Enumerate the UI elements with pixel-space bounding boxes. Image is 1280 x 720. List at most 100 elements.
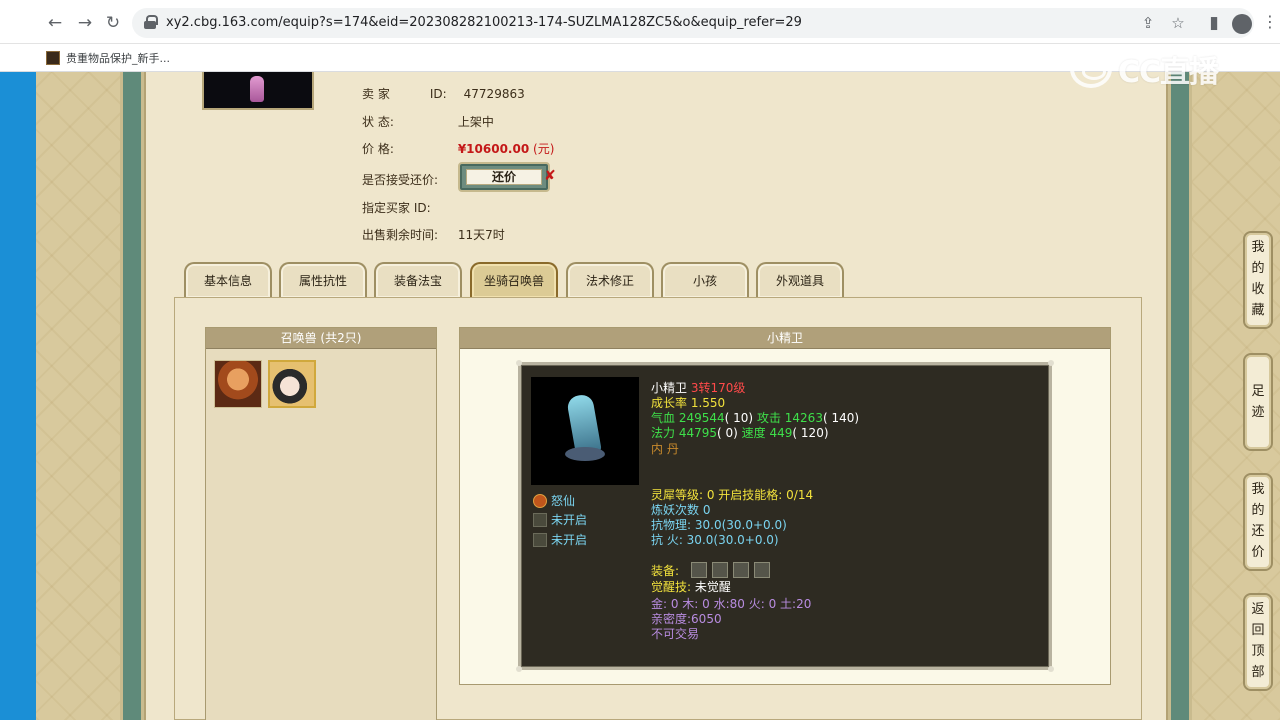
close-icon[interactable]: ✘ xyxy=(544,168,556,184)
hp-value: 249544 xyxy=(678,411,725,425)
reload-icon[interactable]: ↻ xyxy=(102,12,124,34)
side-char: 的 xyxy=(1251,261,1265,276)
side-char: 足 xyxy=(1251,384,1265,399)
mp-label: 法力 xyxy=(651,426,676,440)
price-row: 价 格: ¥10600.00 (元) xyxy=(362,140,554,157)
locked-skill-icon xyxy=(533,533,547,547)
remaining-row: 出售剩余时间: 11天7时 xyxy=(362,226,505,243)
awakening-label: 觉醒技: xyxy=(651,580,692,594)
bookmark-item[interactable]: 贵重物品保护_新手... xyxy=(46,49,170,67)
status-row: 状 态: 上架中 xyxy=(362,113,494,130)
pet-detail-header: 小精卫 xyxy=(460,328,1110,349)
card-corner xyxy=(516,666,522,672)
back-to-top-button[interactable]: 返 回 顶 部 xyxy=(1243,593,1273,691)
buyer-label: 指定买家 ID: xyxy=(362,201,431,215)
tab-children[interactable]: 小孩 xyxy=(661,262,749,298)
counter-offer-label: 还价 xyxy=(466,169,542,185)
share-icon[interactable]: ⇪ xyxy=(1138,13,1158,33)
equip-label: 装备: xyxy=(651,564,680,578)
profile-avatar[interactable] xyxy=(1232,14,1252,34)
tab-spell-mods[interactable]: 法术修正 xyxy=(566,262,654,298)
content-area: 卖 家 ID: 47729863 状 态: 上架中 价 格: ¥10600.00… xyxy=(144,72,1168,720)
tab-appearance[interactable]: 外观道具 xyxy=(756,262,844,298)
price-unit: (元) xyxy=(533,142,555,156)
my-favorites-button[interactable]: 我 的 收 藏 xyxy=(1243,231,1273,329)
buyer-row: 指定买家 ID: xyxy=(362,199,454,216)
pet-list-header: 召唤兽 (共2只) xyxy=(206,328,436,349)
remaining-label: 出售剩余时间: xyxy=(362,228,439,242)
skill-3: 未开启 xyxy=(551,533,588,547)
seller-id-label: ID: xyxy=(429,87,447,101)
atk-label: 攻击 xyxy=(756,411,781,425)
my-offers-button[interactable]: 我 的 还 价 xyxy=(1243,473,1273,571)
pet-name: 小精卫 xyxy=(651,381,688,395)
status-label: 状 态: xyxy=(362,115,394,129)
side-char: 部 xyxy=(1251,665,1265,680)
card-corner xyxy=(516,360,522,366)
awakening-line: 觉醒技: 未觉醒 xyxy=(651,580,731,595)
card-corner xyxy=(1048,666,1054,672)
mp-value: 44795 xyxy=(678,426,718,440)
footprints-button[interactable]: 足 迹 xyxy=(1243,353,1273,451)
counter-row: 是否接受还价: xyxy=(362,171,454,188)
elements: 金: 0 木: 0 水:80 火: 0 土:20 xyxy=(651,597,812,611)
seller-row: 卖 家 ID: 47729863 xyxy=(362,85,525,102)
counter-offer-button[interactable]: 还价 xyxy=(458,162,550,192)
skill-icon[interactable] xyxy=(533,494,547,508)
menu-icon[interactable]: ⋮ xyxy=(1262,12,1278,32)
sidebar-icon[interactable]: ▮ xyxy=(1203,12,1225,34)
fire-resist: 抗 火: 30.0(30.0+0.0) xyxy=(651,533,779,547)
back-icon[interactable]: ← xyxy=(44,12,66,34)
left-edge xyxy=(0,72,36,720)
tab-equipment[interactable]: 装备法宝 xyxy=(374,262,462,298)
mp-extra: ( 0) xyxy=(717,426,738,440)
pet-thumbnail-selected[interactable] xyxy=(268,360,316,408)
equip-slot[interactable] xyxy=(754,562,770,578)
pet-level: 3转170级 xyxy=(690,381,746,395)
frame-right xyxy=(1168,72,1192,720)
pet-detail: 小精卫 小精卫 3转170级 成长率 1.550 气血 249544( 10) xyxy=(459,327,1111,685)
tab-basic-info[interactable]: 基本信息 xyxy=(184,262,272,298)
atk-value: 14263 xyxy=(784,411,823,425)
awakening-value: 未觉醒 xyxy=(694,580,731,594)
bookmark-label: 贵重物品保护_新手... xyxy=(66,52,170,65)
intimacy: 亲密度:6050 xyxy=(651,612,722,626)
address-bar[interactable]: xy2.cbg.163.com/equip?s=174&eid=20230828… xyxy=(132,8,1254,38)
side-char: 顶 xyxy=(1251,644,1265,659)
price-value: ¥10600.00 xyxy=(457,142,530,156)
equip-slot[interactable] xyxy=(691,562,707,578)
side-char: 价 xyxy=(1251,545,1265,560)
side-char: 的 xyxy=(1251,503,1265,518)
browser-toolbar: ← → ↻ xy2.cbg.163.com/equip?s=174&eid=20… xyxy=(0,0,1280,44)
forward-icon[interactable]: → xyxy=(74,12,96,34)
stream-watermark: CC直播 xyxy=(1070,48,1219,90)
pet-thumbnail[interactable] xyxy=(214,360,262,408)
hp-label: 气血 xyxy=(651,411,676,425)
equip-slot[interactable] xyxy=(712,562,728,578)
side-char: 收 xyxy=(1251,282,1265,297)
bookmark-favicon-icon xyxy=(46,51,60,65)
neidan-label: 内 丹 xyxy=(651,442,679,456)
tab-mounts-pets[interactable]: 坐骑召唤兽 xyxy=(470,262,558,298)
equip-slot[interactable] xyxy=(733,562,749,578)
spd-extra: ( 120) xyxy=(792,426,829,440)
atk-extra: ( 140) xyxy=(822,411,860,425)
url-text[interactable]: xy2.cbg.163.com/equip?s=174&eid=20230828… xyxy=(166,15,802,30)
pet-image xyxy=(531,377,639,485)
counter-label: 是否接受还价: xyxy=(362,173,439,187)
mp-spd-line: 法力 44795( 0) 速度 449( 120) xyxy=(651,426,829,441)
character-portrait xyxy=(202,72,314,110)
star-icon[interactable]: ☆ xyxy=(1168,13,1188,33)
lingxi-level: 灵犀等级: 0 开启技能格: 0/14 xyxy=(651,488,814,502)
skill-1[interactable]: 怒仙 xyxy=(551,494,575,509)
frame-left xyxy=(120,72,144,720)
pet-card: 小精卫 3转170级 成长率 1.550 气血 249544( 10) 攻击 1… xyxy=(516,360,1054,672)
side-char: 藏 xyxy=(1251,303,1265,318)
seller-label: 卖 家 xyxy=(362,87,390,101)
tab-attributes[interactable]: 属性抗性 xyxy=(279,262,367,298)
remaining-value: 11天7时 xyxy=(457,228,505,242)
lock-icon[interactable] xyxy=(144,15,158,29)
price-label: 价 格: xyxy=(362,142,394,156)
side-char: 还 xyxy=(1251,524,1265,539)
growth-rate: 成长率 1.550 xyxy=(651,396,726,410)
